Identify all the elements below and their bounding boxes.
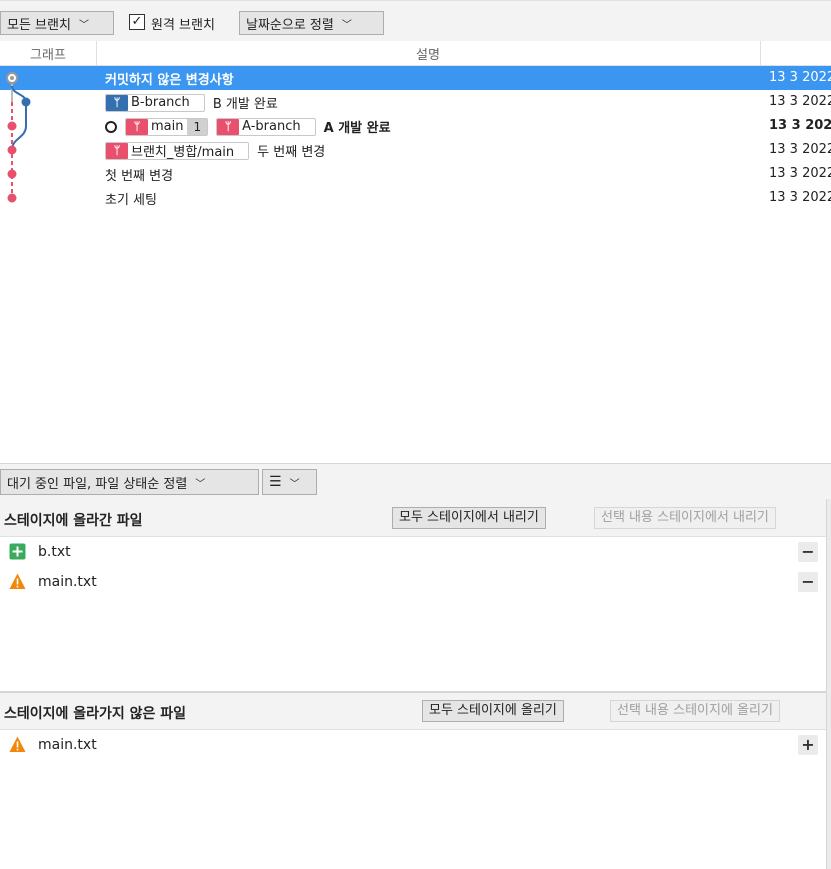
view-mode-dropdown[interactable]: ☰ ﹀ (262, 469, 317, 495)
commit-list-header: 그래프 설명 (0, 41, 831, 66)
file-sort-label: 대기 중인 파일, 파일 상태순 정렬 (7, 476, 188, 492)
branch-tag-a-branch[interactable]: ᛘ A-branch (216, 117, 316, 136)
commit-description: 첫 번째 변경 (105, 169, 174, 184)
graph-node-dot (10, 76, 14, 80)
commit-description: B 개발 완료 (212, 97, 278, 112)
sort-order-label: 날짜순으로 정렬 (246, 17, 334, 33)
graph-line-b-branch (11, 85, 27, 151)
graph-node (7, 193, 17, 203)
unstage-file-button[interactable]: − (798, 572, 818, 592)
commit-date: 13 3 2022 (769, 142, 831, 157)
branch-filter-dropdown[interactable]: 모든 브랜치 ﹀ (0, 11, 114, 35)
graph-node (7, 169, 17, 179)
branch-tag-remote-main[interactable]: ᛘ 브랜치_병합/main (105, 141, 250, 160)
branch-icon: ᛘ (126, 118, 148, 135)
stage-all-button[interactable]: 모두 스테이지에 올리기 (422, 700, 564, 722)
branch-tag-label: 브랜치_병합/main (131, 145, 235, 160)
commit-date: 13 3 2022 (769, 190, 831, 205)
staged-file-row[interactable]: b.txt − (0, 537, 826, 567)
sort-order-dropdown[interactable]: 날짜순으로 정렬 ﹀ (239, 11, 384, 35)
commit-date: 13 3 2022 (769, 70, 831, 85)
graph-node-b-branch (21, 97, 31, 107)
chevron-down-icon: ﹀ (341, 19, 352, 31)
commit-row-head[interactable]: ᛘ main 1 ᛘ A-branch A 개발 완료 13 3 2022 (0, 114, 831, 138)
commit-description: A 개발 완료 (323, 121, 391, 136)
warning-icon (9, 573, 26, 589)
stage-selected-button[interactable]: 선택 내용 스테이지에 올리기 (610, 700, 780, 722)
unstaged-files-header: 스테이지에 올라가지 않은 파일 모두 스테이지에 올리기 선택 내용 스테이지… (0, 693, 826, 730)
vertical-splitter[interactable] (826, 499, 831, 869)
unstage-all-button[interactable]: 모두 스테이지에서 내리기 (392, 507, 546, 529)
file-name: b.txt (38, 544, 71, 560)
commit-row[interactable]: 첫 번째 변경 13 3 2022 (0, 162, 831, 186)
branch-tag-label: main (151, 119, 184, 134)
branch-filter-label: 모든 브랜치 (7, 17, 71, 33)
branch-icon: ᛘ (106, 142, 128, 159)
graph-column-header[interactable]: 그래프 (0, 44, 96, 63)
remote-branch-checkbox[interactable]: ✓ (129, 14, 145, 30)
branch-icon: ᛘ (106, 94, 128, 111)
stage-file-button[interactable]: + (798, 735, 818, 755)
remote-branch-label[interactable]: 원격 브랜치 (151, 14, 215, 33)
commit-date: 13 3 2022 (769, 94, 831, 109)
commit-row[interactable]: 초기 세팅 13 3 2022 (0, 186, 831, 210)
column-divider[interactable] (760, 41, 761, 65)
chevron-down-icon: ﹀ (289, 478, 300, 490)
file-name: main.txt (38, 737, 97, 753)
file-sort-bar: 대기 중인 파일, 파일 상태순 정렬 ﹀ ☰ ﹀ (0, 463, 831, 500)
commit-graph (6, 72, 31, 203)
staged-files-title: 스테이지에 올라간 파일 (4, 513, 143, 529)
commit-description: 커밋하지 않은 변경사항 (105, 73, 234, 88)
chevron-down-icon: ﹀ (78, 19, 89, 31)
commit-date: 13 3 2022 (769, 118, 831, 133)
branch-tag-label: A-branch (242, 119, 301, 134)
description-column-header[interactable]: 설명 (96, 44, 760, 63)
unstaged-files-title: 스테이지에 올라가지 않은 파일 (4, 706, 187, 722)
added-file-icon (9, 543, 26, 560)
commit-row[interactable]: ᛘ 브랜치_병합/main 두 번째 변경 13 3 2022 (0, 138, 831, 162)
unstage-selected-button[interactable]: 선택 내용 스테이지에서 내리기 (594, 507, 776, 529)
graph-node-main (7, 121, 17, 131)
branch-tag-label: B-branch (131, 95, 190, 110)
file-sort-dropdown[interactable]: 대기 중인 파일, 파일 상태순 정렬 ﹀ (0, 469, 259, 495)
commit-description: 초기 세팅 (105, 193, 157, 208)
unstaged-file-row[interactable]: main.txt + (0, 730, 826, 760)
branch-icon: ᛘ (217, 118, 240, 135)
commit-date: 13 3 2022 (769, 166, 831, 181)
list-icon: ☰ (269, 474, 282, 490)
head-indicator-icon (105, 120, 117, 133)
commit-row-uncommitted[interactable]: 커밋하지 않은 변경사항 13 3 2022 (0, 66, 831, 90)
log-toolbar: 모든 브랜치 ﹀ ✓ 원격 브랜치 날짜순으로 정렬 ﹀ (0, 0, 831, 42)
file-name: main.txt (38, 574, 97, 590)
branch-tag-main[interactable]: ᛘ main 1 (125, 117, 209, 136)
graph-node (7, 145, 17, 155)
commit-description: 두 번째 변경 (257, 145, 326, 160)
warning-icon (9, 736, 26, 752)
chevron-down-icon: ﹀ (195, 478, 206, 490)
staged-file-row[interactable]: main.txt − (0, 567, 826, 597)
unstage-file-button[interactable]: − (798, 542, 818, 562)
ahead-count-badge: 1 (187, 118, 208, 135)
commit-row[interactable]: ᛘ B-branch B 개발 완료 13 3 2022 (0, 90, 831, 114)
branch-tag-b-branch[interactable]: ᛘ B-branch (105, 93, 205, 112)
staged-files-header: 스테이지에 올라간 파일 모두 스테이지에서 내리기 선택 내용 스테이지에서 … (0, 500, 826, 537)
